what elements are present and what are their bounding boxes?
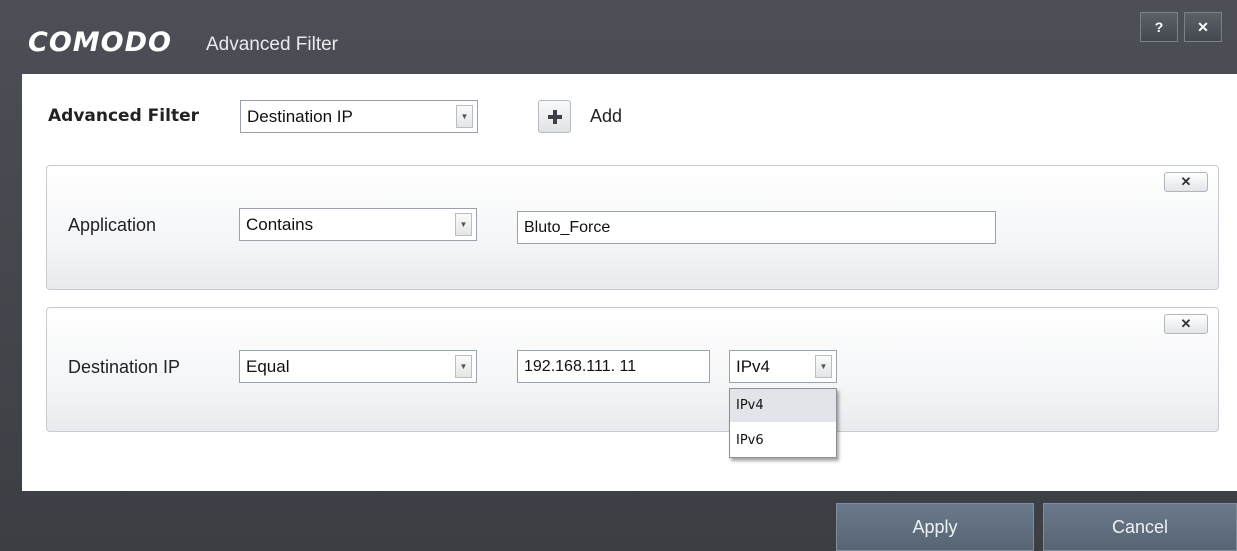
rule-panel-application: ✕ Application Contains ▼ Bluto_Force: [46, 165, 1219, 290]
chevron-down-icon[interactable]: ▼: [455, 213, 472, 236]
close-button[interactable]: ✕: [1184, 12, 1222, 42]
advanced-filter-label: Advanced Filter: [48, 106, 199, 126]
filter-content: Advanced Filter Destination IP ▼ Add ✕ A…: [22, 74, 1237, 491]
operator-value: Contains: [246, 215, 314, 234]
chevron-down-icon[interactable]: ▼: [815, 355, 832, 378]
ip-version-value: IPv4: [736, 357, 771, 376]
remove-rule-button[interactable]: ✕: [1164, 314, 1208, 334]
operator-value: Equal: [246, 357, 290, 376]
title-bar-controls: ? ✕: [1140, 12, 1222, 42]
ip-version-option-ipv6[interactable]: IPv6: [730, 424, 836, 457]
ip-version-select[interactable]: IPv4 ▼: [729, 350, 837, 383]
cancel-button[interactable]: Cancel: [1043, 503, 1237, 551]
advanced-filter-window: COMODO Advanced Filter ? ✕ Advanced Filt…: [0, 0, 1237, 551]
operator-select[interactable]: Equal ▼: [239, 350, 477, 383]
ip-address-input[interactable]: 192.168.111. 11: [517, 350, 710, 383]
comodo-logo: COMODO: [28, 27, 172, 58]
rule-label: Destination IP: [68, 357, 181, 377]
help-icon: ?: [1154, 19, 1164, 35]
help-button[interactable]: ?: [1140, 12, 1178, 42]
window-title: Advanced Filter: [206, 34, 339, 55]
add-filter-button[interactable]: [538, 100, 571, 133]
chevron-down-icon[interactable]: ▼: [456, 105, 473, 128]
chevron-down-icon[interactable]: ▼: [455, 355, 472, 378]
add-label[interactable]: Add: [590, 106, 622, 127]
rule-label: Application: [68, 215, 157, 235]
filter-type-select[interactable]: Destination IP ▼: [240, 100, 478, 133]
remove-rule-button[interactable]: ✕: [1164, 172, 1208, 192]
apply-button[interactable]: Apply: [836, 503, 1034, 551]
filter-type-value: Destination IP: [247, 107, 353, 126]
close-icon: ✕: [1180, 174, 1192, 189]
title-bar: COMODO Advanced Filter ? ✕: [0, 0, 1237, 74]
ip-version-option-ipv4[interactable]: IPv4: [730, 389, 836, 422]
plus-icon: [547, 109, 562, 124]
rule-panel-destination-ip: ✕ Destination IP Equal ▼ 192.168.111. 11…: [46, 307, 1219, 432]
operator-select[interactable]: Contains ▼: [239, 208, 477, 241]
close-icon: ✕: [1180, 316, 1192, 331]
close-icon: ✕: [1197, 18, 1209, 35]
application-value-input[interactable]: Bluto_Force: [517, 211, 996, 244]
ip-version-dropdown-list: IPv4 IPv6: [729, 388, 837, 458]
